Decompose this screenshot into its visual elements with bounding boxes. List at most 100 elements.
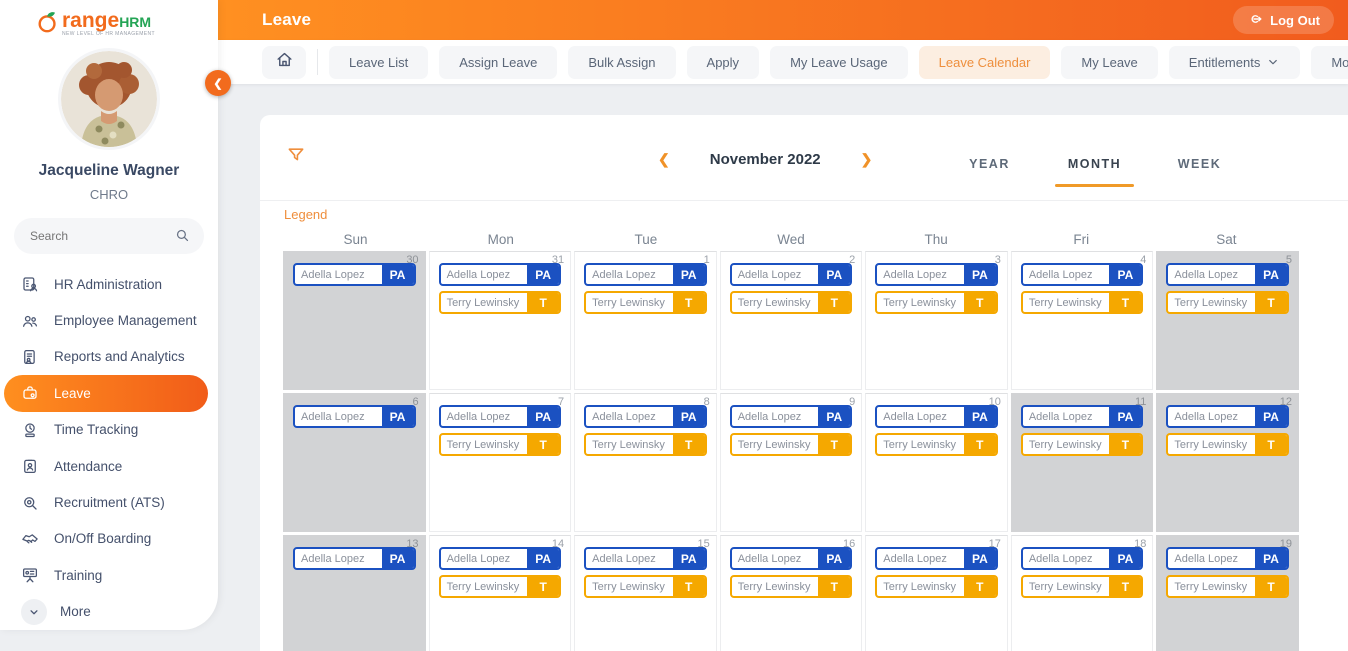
- leave-entry[interactable]: Terry Lewinsky T: [438, 291, 562, 314]
- calendar-day-cell[interactable]: 14 Adella Lopez PA Terry Lewinsky T: [428, 535, 572, 651]
- sidebar-more-label: More: [60, 604, 91, 620]
- calendar-day-cell[interactable]: 16 Adella Lopez PA Terry Lewinsky T: [719, 535, 863, 651]
- avatar[interactable]: [61, 51, 157, 147]
- calendar-day-cell[interactable]: 13 Adella Lopez PA: [283, 535, 426, 651]
- leave-entry[interactable]: Adella Lopez PA: [1166, 263, 1289, 286]
- leave-entry[interactable]: Terry Lewinsky T: [584, 433, 707, 456]
- leave-badge: T: [527, 577, 560, 596]
- leave-entry[interactable]: Adella Lopez PA: [438, 405, 562, 428]
- leave-entry[interactable]: Adella Lopez PA: [875, 405, 998, 428]
- leave-entry[interactable]: Adella Lopez PA: [293, 547, 416, 570]
- sidebar-item-reports-and-analytics[interactable]: Reports and Analytics: [0, 339, 218, 375]
- tab-label: My Leave: [1081, 54, 1138, 70]
- leave-entry-name: Terry Lewinsky: [737, 296, 811, 309]
- tab-entitlements[interactable]: Entitlements: [1168, 45, 1301, 79]
- sidebar-item-hr-administration[interactable]: HR Administration: [0, 266, 218, 302]
- leave-entry[interactable]: Adella Lopez PA: [293, 263, 416, 286]
- previous-month-button[interactable]: ❮: [658, 151, 670, 168]
- tab-my-leave[interactable]: My Leave: [1061, 45, 1158, 79]
- view-tab-year[interactable]: YEAR: [937, 147, 1042, 187]
- tab-leave-list[interactable]: Leave List: [329, 45, 429, 79]
- leave-entry[interactable]: Terry Lewinsky T: [1166, 433, 1289, 456]
- calendar-day-cell[interactable]: 4 Adella Lopez PA Terry Lewinsky T: [1010, 251, 1154, 390]
- leave-entry[interactable]: Adella Lopez PA: [1020, 263, 1144, 286]
- calendar-day-cell[interactable]: 17 Adella Lopez PA Terry Lewinsky T: [865, 535, 1008, 651]
- leave-entry[interactable]: Terry Lewinsky T: [875, 433, 998, 456]
- view-tab-week[interactable]: WEEK: [1147, 147, 1252, 187]
- leave-entry[interactable]: Terry Lewinsky T: [1166, 291, 1289, 314]
- tab-leave-calendar[interactable]: Leave Calendar: [918, 45, 1051, 79]
- leave-entry[interactable]: Adella Lopez PA: [1020, 405, 1144, 428]
- calendar-day-cell[interactable]: 18 Adella Lopez PA Terry Lewinsky T: [1010, 535, 1154, 651]
- view-tab-month[interactable]: MONTH: [1042, 147, 1147, 187]
- sidebar-item-training[interactable]: Training: [0, 557, 218, 593]
- calendar-day-cell[interactable]: 30 Adella Lopez PA: [283, 251, 426, 390]
- sidebar-item-time-tracking[interactable]: Time Tracking: [0, 412, 218, 448]
- calendar-day-cell[interactable]: 8 Adella Lopez PA Terry Lewinsky T: [574, 393, 717, 532]
- leave-entry[interactable]: Terry Lewinsky T: [1166, 575, 1289, 598]
- leave-entry[interactable]: Adella Lopez PA: [584, 405, 707, 428]
- calendar-day-cell[interactable]: 31 Adella Lopez PA Terry Lewinsky T: [428, 251, 572, 390]
- sidebar-item-on-off-boarding[interactable]: On/Off Boarding: [0, 521, 218, 557]
- leave-entry-name: Terry Lewinsky: [1028, 580, 1102, 593]
- calendar-day-cell[interactable]: 15 Adella Lopez PA Terry Lewinsky T: [574, 535, 717, 651]
- tab-my-leave-usage[interactable]: My Leave Usage: [770, 45, 908, 79]
- tab-bulk-assign[interactable]: Bulk Assign: [568, 45, 676, 79]
- leave-entry[interactable]: Terry Lewinsky T: [438, 433, 562, 456]
- leave-entry[interactable]: Terry Lewinsky T: [584, 575, 707, 598]
- leave-entry[interactable]: Terry Lewinsky T: [1020, 433, 1144, 456]
- logout-button[interactable]: Log Out: [1233, 6, 1334, 34]
- leave-entry[interactable]: Adella Lopez PA: [729, 405, 853, 428]
- calendar-day-cell[interactable]: 1 Adella Lopez PA Terry Lewinsky T: [574, 251, 717, 390]
- leave-entry-name: Terry Lewinsky: [592, 580, 665, 593]
- leave-entry[interactable]: Adella Lopez PA: [729, 547, 853, 570]
- leave-entry[interactable]: Terry Lewinsky T: [1020, 291, 1144, 314]
- leave-entry[interactable]: Adella Lopez PA: [875, 263, 998, 286]
- tab-assign-leave[interactable]: Assign Leave: [439, 45, 558, 79]
- leave-entry[interactable]: Adella Lopez PA: [584, 263, 707, 286]
- leave-entry[interactable]: Adella Lopez PA: [1020, 547, 1144, 570]
- leave-entry[interactable]: Adella Lopez PA: [584, 547, 707, 570]
- leave-entry[interactable]: Adella Lopez PA: [1166, 405, 1289, 428]
- sidebar-item-leave[interactable]: Leave: [4, 375, 208, 412]
- next-month-button[interactable]: ❯: [861, 151, 873, 168]
- calendar-day-cell[interactable]: 19 Adella Lopez PA Terry Lewinsky T: [1156, 535, 1299, 651]
- leave-entry[interactable]: Adella Lopez PA: [1166, 547, 1289, 570]
- sidebar-item-more[interactable]: More: [0, 594, 218, 630]
- leave-entry[interactable]: Terry Lewinsky T: [875, 575, 998, 598]
- calendar-day-cell[interactable]: 9 Adella Lopez PA Terry Lewinsky T: [719, 393, 863, 532]
- leave-entry[interactable]: Terry Lewinsky T: [584, 291, 707, 314]
- calendar-day-cell[interactable]: 6 Adella Lopez PA: [283, 393, 426, 532]
- tab-apply[interactable]: Apply: [686, 45, 760, 79]
- leave-entry[interactable]: Terry Lewinsky T: [729, 575, 853, 598]
- calendar-day-cell[interactable]: 5 Adella Lopez PA Terry Lewinsky T: [1156, 251, 1299, 390]
- calendar-day-cell[interactable]: 10 Adella Lopez PA Terry Lewinsky T: [865, 393, 1008, 532]
- leave-entry[interactable]: Terry Lewinsky T: [729, 433, 853, 456]
- filter-button[interactable]: [286, 145, 306, 170]
- leave-entry[interactable]: Adella Lopez PA: [438, 547, 562, 570]
- leave-entry[interactable]: Adella Lopez PA: [293, 405, 416, 428]
- tab-more[interactable]: More: [1311, 45, 1348, 79]
- leave-badge: PA: [672, 407, 705, 426]
- leave-badge: T: [963, 577, 996, 596]
- legend-toggle[interactable]: Legend: [284, 207, 327, 222]
- calendar-day-cell[interactable]: 12 Adella Lopez PA Terry Lewinsky T: [1156, 393, 1299, 532]
- home-button[interactable]: [262, 45, 306, 79]
- calendar-day-cell[interactable]: 7 Adella Lopez PA Terry Lewinsky T: [428, 393, 572, 532]
- calendar-day-cell[interactable]: 2 Adella Lopez PA Terry Lewinsky T: [719, 251, 863, 390]
- leave-badge: PA: [381, 265, 414, 284]
- leave-entry[interactable]: Adella Lopez PA: [438, 263, 562, 286]
- leave-entry[interactable]: Adella Lopez PA: [875, 547, 998, 570]
- leave-entry-name: Adella Lopez: [1028, 410, 1093, 423]
- sidebar-collapse-button[interactable]: ❮: [205, 70, 231, 96]
- sidebar-item-employee-management[interactable]: Employee Management: [0, 302, 218, 338]
- leave-entry[interactable]: Adella Lopez PA: [729, 263, 853, 286]
- calendar-day-cell[interactable]: 11 Adella Lopez PA Terry Lewinsky T: [1010, 393, 1154, 532]
- leave-entry[interactable]: Terry Lewinsky T: [438, 575, 562, 598]
- leave-entry[interactable]: Terry Lewinsky T: [1020, 575, 1144, 598]
- leave-entry[interactable]: Terry Lewinsky T: [729, 291, 853, 314]
- leave-entry[interactable]: Terry Lewinsky T: [875, 291, 998, 314]
- sidebar-item-attendance[interactable]: Attendance: [0, 448, 218, 484]
- sidebar-item-recruitment-ats[interactable]: Recruitment (ATS): [0, 484, 218, 520]
- calendar-day-cell[interactable]: 3 Adella Lopez PA Terry Lewinsky T: [865, 251, 1008, 390]
